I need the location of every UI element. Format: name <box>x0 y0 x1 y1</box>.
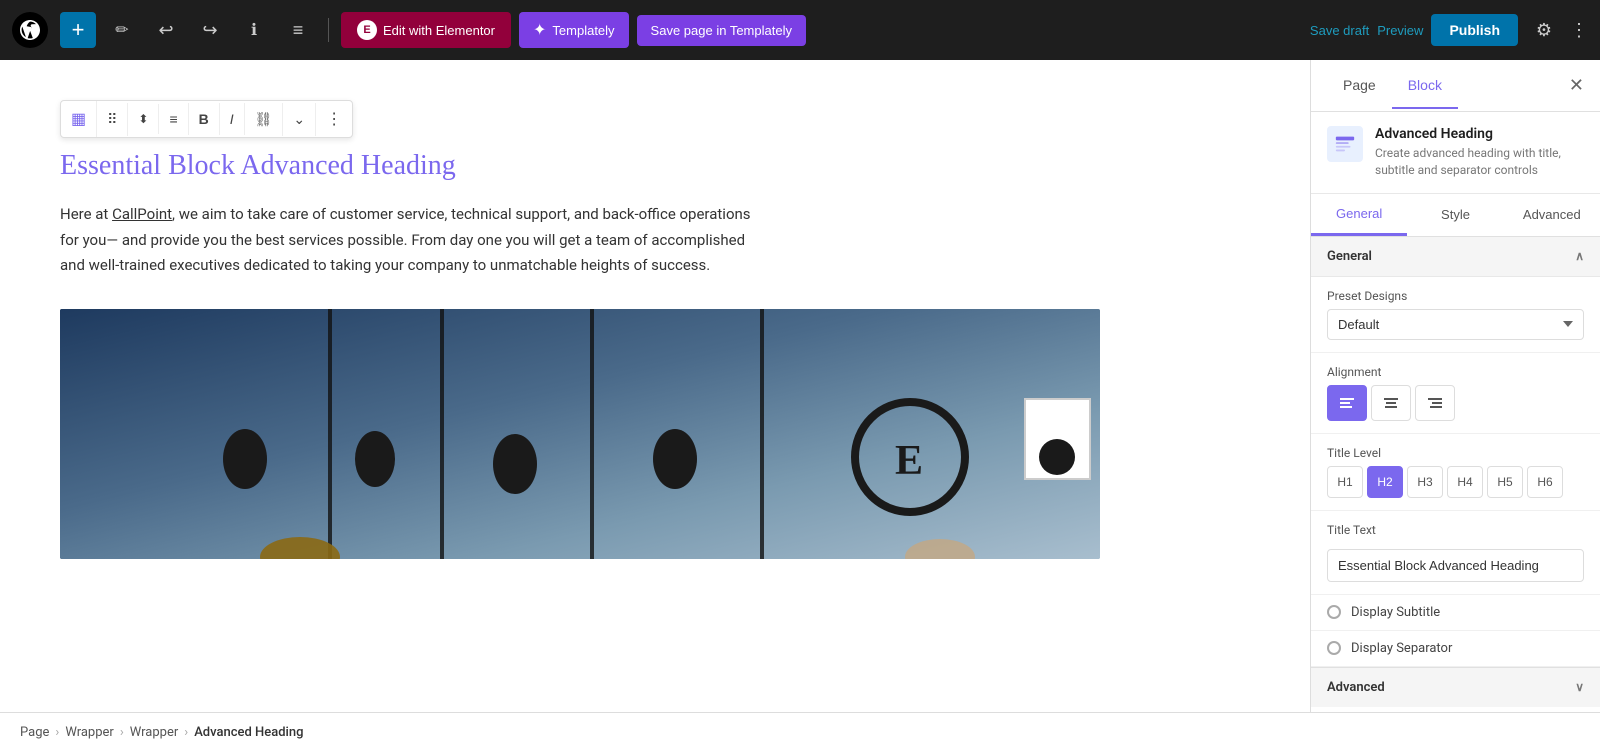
level-h2-button[interactable]: H2 <box>1367 466 1403 498</box>
align-center-button[interactable] <box>1371 385 1411 421</box>
breadcrumb-sep-1: › <box>55 725 59 740</box>
display-subtitle-row: Display Subtitle <box>1311 595 1600 631</box>
level-h4-button[interactable]: H4 <box>1447 466 1483 498</box>
preview-button[interactable]: Preview <box>1377 23 1423 38</box>
align-left-inline-button[interactable]: ≡ <box>159 103 188 135</box>
editor-area: ▦ ⠿ ⬍ ≡ B I ⛓ ⌄ ⋮ Essential Block Advanc… <box>0 60 1310 712</box>
block-info: Advanced Heading Create advanced heading… <box>1311 112 1600 194</box>
alignment-label: Alignment <box>1327 365 1584 379</box>
templately-button[interactable]: ✦ Templately <box>519 12 629 48</box>
level-h1-button[interactable]: H1 <box>1327 466 1363 498</box>
edit-elementor-label: Edit with Elementor <box>383 23 495 38</box>
edit-elementor-button[interactable]: E Edit with Elementor <box>341 12 511 48</box>
panel-tabs: Page Block <box>1327 63 1458 109</box>
title-level-field: Title Level H1 H2 H3 H4 H5 H6 <box>1311 434 1600 511</box>
wp-logo[interactable] <box>12 12 48 48</box>
align-right-button[interactable] <box>1415 385 1455 421</box>
alignment-field: Alignment <box>1311 353 1600 434</box>
preset-designs-select[interactable]: Default <box>1327 309 1584 340</box>
block-info-text: Advanced Heading Create advanced heading… <box>1375 126 1584 179</box>
panel-header: Page Block ✕ <box>1311 60 1600 112</box>
align-left-button[interactable] <box>1327 385 1367 421</box>
panel-subtabs: General Style Advanced <box>1311 194 1600 237</box>
undo-button[interactable]: ↩ <box>148 12 184 48</box>
editor-canvas: ▦ ⠿ ⬍ ≡ B I ⛓ ⌄ ⋮ Essential Block Advanc… <box>0 60 1310 712</box>
italic-button[interactable]: I <box>220 103 245 135</box>
breadcrumb-sep-2: › <box>120 725 124 740</box>
section-advanced-header[interactable]: Advanced ∨ <box>1311 667 1600 707</box>
save-draft-button[interactable]: Save draft <box>1310 23 1369 38</box>
title-text-input[interactable] <box>1327 549 1584 582</box>
breadcrumb-advanced-heading[interactable]: Advanced Heading <box>194 725 303 740</box>
breadcrumb-wrapper2[interactable]: Wrapper <box>130 725 179 740</box>
advanced-heading-text[interactable]: Essential Block Advanced Heading <box>60 150 1250 182</box>
separator-toggle[interactable] <box>1327 641 1341 655</box>
save-templately-button[interactable]: Save page in Templately <box>637 15 806 46</box>
templately-label: Templately <box>552 23 614 38</box>
title-level-label: Title Level <box>1327 446 1584 460</box>
up-down-button[interactable]: ⬍ <box>128 104 159 134</box>
block-icon <box>1327 126 1363 162</box>
more-block-options-button[interactable]: ⌄ <box>283 103 316 136</box>
elementor-icon: E <box>357 20 377 40</box>
block-title: Advanced Heading <box>1375 126 1584 142</box>
preset-designs-label: Preset Designs <box>1327 289 1584 303</box>
level-h3-button[interactable]: H3 <box>1407 466 1443 498</box>
panel-close-button[interactable]: ✕ <box>1569 75 1584 96</box>
alignment-buttons <box>1327 385 1584 421</box>
breadcrumb-page[interactable]: Page <box>20 725 49 740</box>
level-h6-button[interactable]: H6 <box>1527 466 1563 498</box>
more-options-button[interactable]: ⋮ <box>1570 20 1588 41</box>
add-block-button[interactable]: + <box>60 12 96 48</box>
block-type-icon-button[interactable]: ▦ <box>61 101 97 137</box>
svg-text:E: E <box>895 438 923 484</box>
subtitle-toggle[interactable] <box>1327 605 1341 619</box>
callpoint-link[interactable]: CallPoint <box>112 205 172 223</box>
advanced-section-label: Advanced <box>1327 680 1385 695</box>
title-text-field: Title Text <box>1311 511 1600 595</box>
templately-icon: ✦ <box>533 20 546 40</box>
main-area: ▦ ⠿ ⬍ ≡ B I ⛓ ⌄ ⋮ Essential Block Advanc… <box>0 60 1600 712</box>
settings-button[interactable]: ⚙ <box>1526 12 1562 48</box>
info-button[interactable]: ℹ <box>236 12 272 48</box>
separator <box>328 18 329 42</box>
level-h5-button[interactable]: H5 <box>1487 466 1523 498</box>
separator-toggle-label: Display Separator <box>1351 641 1452 656</box>
tab-page[interactable]: Page <box>1327 63 1392 109</box>
edit-pen-button[interactable]: ✏ <box>104 12 140 48</box>
breadcrumb: Page › Wrapper › Wrapper › Advanced Head… <box>0 712 1600 752</box>
image-block: E <box>60 309 1100 559</box>
subtab-advanced[interactable]: Advanced <box>1504 194 1600 236</box>
subtab-general[interactable]: General <box>1311 194 1407 236</box>
chevron-up-icon: ∧ <box>1575 249 1584 263</box>
top-toolbar: + ✏ ↩ ↪ ℹ ≡ E Edit with Elementor ✦ Temp… <box>0 0 1600 60</box>
block-more-button[interactable]: ⋮ <box>316 101 352 137</box>
section-general-label: General <box>1327 249 1372 264</box>
breadcrumb-sep-3: › <box>184 725 188 740</box>
preset-designs-field: Preset Designs Default <box>1311 277 1600 353</box>
right-panel: Page Block ✕ Advanced Heading Create adv… <box>1310 60 1600 712</box>
block-description: Create advanced heading with title, subt… <box>1375 145 1584 179</box>
redo-button[interactable]: ↪ <box>192 12 228 48</box>
block-toolbar: ▦ ⠿ ⬍ ≡ B I ⛓ ⌄ ⋮ <box>60 100 353 138</box>
toolbar-right-actions: Save draft Preview Publish ⚙ ⋮ <box>1310 12 1588 48</box>
section-general-header[interactable]: General ∧ <box>1311 237 1600 277</box>
publish-button[interactable]: Publish <box>1431 14 1518 46</box>
title-text-label: Title Text <box>1327 523 1584 537</box>
title-level-buttons: H1 H2 H3 H4 H5 H6 <box>1327 466 1584 498</box>
panel-content: General ∧ Preset Designs Default Alignme… <box>1311 237 1600 712</box>
list-view-button[interactable]: ≡ <box>280 12 316 48</box>
subtab-style[interactable]: Style <box>1407 194 1503 236</box>
subtitle-toggle-label: Display Subtitle <box>1351 605 1440 620</box>
display-separator-row: Display Separator <box>1311 631 1600 667</box>
tab-block[interactable]: Block <box>1392 63 1458 109</box>
link-button[interactable]: ⛓ <box>245 103 284 136</box>
breadcrumb-wrapper1[interactable]: Wrapper <box>65 725 114 740</box>
move-handle-button[interactable]: ⠿ <box>97 103 128 136</box>
save-templately-label: Save page in Templately <box>651 23 792 38</box>
chevron-down-icon: ∨ <box>1575 680 1584 694</box>
bold-button[interactable]: B <box>189 103 220 135</box>
body-text: Here at CallPoint, we aim to take care o… <box>60 202 760 279</box>
